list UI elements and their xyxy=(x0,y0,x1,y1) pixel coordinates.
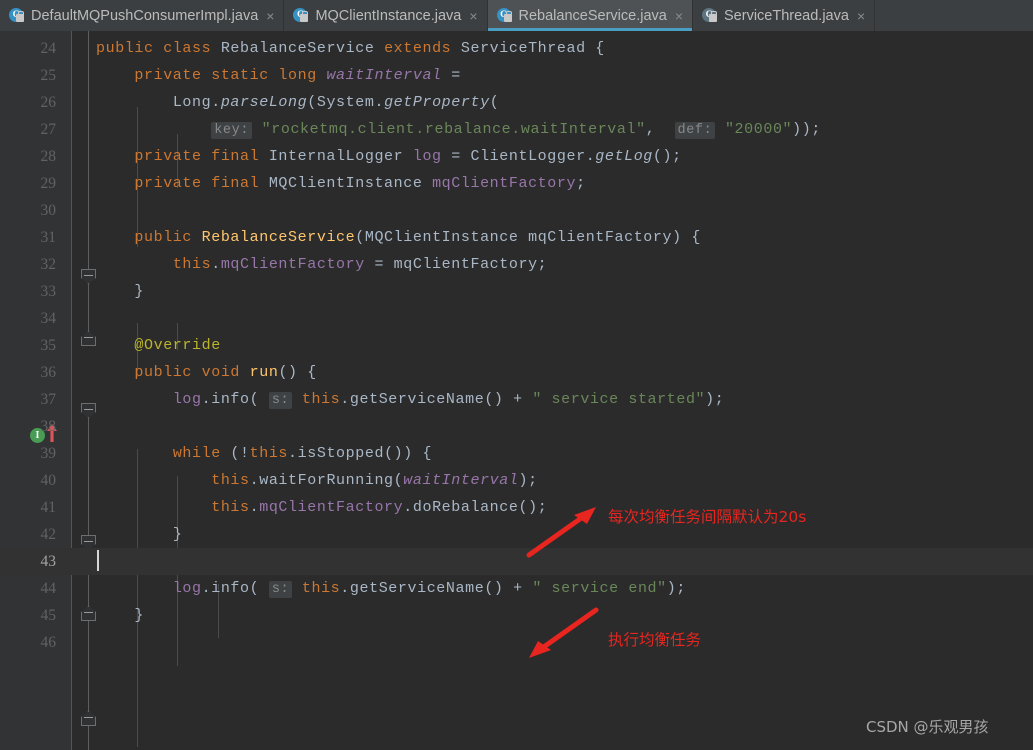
tab-label: ServiceThread.java xyxy=(724,7,849,24)
annotation-label-execute: 执行均衡任务 xyxy=(608,631,702,649)
line-number: 42 xyxy=(40,526,57,543)
annotation-label-interval: 每次均衡任务间隔默认为20s xyxy=(608,508,807,526)
code-line[interactable]: 30 xyxy=(0,197,1033,224)
code-text-layer[interactable]: 23 24 public class RebalanceService exte… xyxy=(0,31,1033,750)
line-number: 26 xyxy=(40,94,57,111)
line-number: 43 xyxy=(40,553,57,570)
line-number: 24 xyxy=(40,40,57,57)
tab-bar-filler xyxy=(875,0,1033,31)
text-caret xyxy=(97,550,99,571)
code-line[interactable]: 26 Long.parseLong(System.getProperty( xyxy=(0,89,1033,116)
tab-DefaultMQPushConsumerImpl[interactable]: C DefaultMQPushConsumerImpl.java × xyxy=(0,0,285,31)
line-number: 36 xyxy=(40,364,57,381)
line-number: 35 xyxy=(40,337,57,354)
code-line[interactable]: 46 xyxy=(0,629,1033,656)
code-line[interactable]: 25 private static long waitInterval = xyxy=(0,62,1033,89)
code-line[interactable]: 27 key: "rocketmq.client.rebalance.waitI… xyxy=(0,116,1033,143)
code-line[interactable]: 36 public void run() { xyxy=(0,359,1033,386)
code-line[interactable]: 38 xyxy=(0,413,1033,440)
code-line[interactable]: 31 public RebalanceService(MQClientInsta… xyxy=(0,224,1033,251)
code-line[interactable]: 35 @Override xyxy=(0,332,1033,359)
line-content[interactable]: this.mqClientFactory = mqClientFactory; xyxy=(96,251,547,278)
inlay-hint-def: def: xyxy=(674,122,716,139)
line-content[interactable]: this.waitForRunning(waitInterval); xyxy=(96,467,538,494)
tab-label: MQClientInstance.java xyxy=(315,7,462,24)
line-number: 32 xyxy=(40,256,57,273)
watermark: CSDN @乐观男孩 xyxy=(866,718,989,736)
code-line-current[interactable]: 43 xyxy=(0,548,1033,575)
code-line[interactable]: 33 } xyxy=(0,278,1033,305)
line-number: 27 xyxy=(40,121,57,138)
close-icon[interactable]: × xyxy=(266,9,274,23)
line-content[interactable]: while (!this.isStopped()) { xyxy=(96,440,432,467)
code-line[interactable]: 40 this.waitForRunning(waitInterval); xyxy=(0,467,1033,494)
code-line[interactable]: 39 while (!this.isStopped()) { xyxy=(0,440,1033,467)
line-number: 46 xyxy=(40,634,57,651)
code-line[interactable]: 37 log.info( s: this.getServiceName() + … xyxy=(0,386,1033,413)
tab-MQClientInstance[interactable]: C MQClientInstance.java × xyxy=(284,0,488,31)
tab-RebalanceService[interactable]: C RebalanceService.java × xyxy=(487,0,694,31)
line-number: 44 xyxy=(40,580,57,597)
editor-tab-bar: C DefaultMQPushConsumerImpl.java × C MQC… xyxy=(0,0,1033,31)
java-class-icon: C xyxy=(9,7,25,24)
line-content[interactable]: this.mqClientFactory.doRebalance(); xyxy=(96,494,547,521)
line-number: 37 xyxy=(40,391,57,408)
line-content[interactable]: } xyxy=(96,602,144,629)
code-line[interactable]: 29 private final MQClientInstance mqClie… xyxy=(0,170,1033,197)
inlay-hint-key: key: xyxy=(211,122,253,139)
code-editor[interactable]: I 23 24 public class RebalanceService ex… xyxy=(0,31,1033,750)
line-number: 31 xyxy=(40,229,57,246)
code-line[interactable]: 44 log.info( s: this.getServiceName() + … xyxy=(0,575,1033,602)
code-line[interactable]: 41 this.mqClientFactory.doRebalance(); xyxy=(0,494,1033,521)
tab-label: DefaultMQPushConsumerImpl.java xyxy=(31,7,259,24)
close-icon[interactable]: × xyxy=(857,9,865,23)
close-icon[interactable]: × xyxy=(469,9,477,23)
line-content[interactable]: private static long waitInterval = xyxy=(96,62,461,89)
tab-label: RebalanceService.java xyxy=(518,7,667,24)
line-content[interactable]: private final InternalLogger log = Clien… xyxy=(96,143,682,170)
code-line[interactable]: 45 } xyxy=(0,602,1033,629)
line-number: 28 xyxy=(40,148,57,165)
java-class-icon: C xyxy=(293,7,309,24)
line-content[interactable]: @Override xyxy=(96,332,221,359)
code-line[interactable]: 34 xyxy=(0,305,1033,332)
code-line[interactable]: 28 private final InternalLogger log = Cl… xyxy=(0,143,1033,170)
line-content[interactable]: public void run() { xyxy=(96,359,317,386)
java-abstract-class-icon: C xyxy=(702,7,718,24)
line-content[interactable]: log.info( s: this.getServiceName() + " s… xyxy=(96,575,686,603)
line-content[interactable]: Long.parseLong(System.getProperty( xyxy=(96,89,499,116)
annotation-arrow-down-right xyxy=(525,606,600,661)
line-number: 34 xyxy=(40,310,57,327)
line-number: 39 xyxy=(40,445,57,462)
annotation-arrow-up-right xyxy=(525,504,600,559)
close-icon[interactable]: × xyxy=(675,9,683,23)
line-content[interactable]: private final MQClientInstance mqClientF… xyxy=(96,170,586,197)
line-number: 30 xyxy=(40,202,57,219)
line-content[interactable]: log.info( s: this.getServiceName() + " s… xyxy=(96,386,724,414)
line-content[interactable]: public RebalanceService(MQClientInstance… xyxy=(96,224,701,251)
line-content[interactable]: key: "rocketmq.client.rebalance.waitInte… xyxy=(96,116,821,144)
tab-ServiceThread[interactable]: C ServiceThread.java × xyxy=(693,0,876,31)
line-number: 45 xyxy=(40,607,57,624)
inlay-hint-s: s: xyxy=(268,581,293,598)
code-line[interactable]: 32 this.mqClientFactory = mqClientFactor… xyxy=(0,251,1033,278)
line-number: 41 xyxy=(40,499,57,516)
line-content[interactable]: } xyxy=(96,521,182,548)
code-line[interactable]: 42 } xyxy=(0,521,1033,548)
java-class-icon: C xyxy=(496,7,513,24)
line-content[interactable]: } xyxy=(96,278,144,305)
line-number: 38 xyxy=(40,418,57,435)
line-number: 29 xyxy=(40,175,57,192)
line-content[interactable]: public class RebalanceService extends Se… xyxy=(96,35,605,62)
line-number: 33 xyxy=(40,283,57,300)
code-line[interactable]: 24 public class RebalanceService extends… xyxy=(0,35,1033,62)
line-number: 25 xyxy=(40,67,57,84)
line-number: 40 xyxy=(40,472,57,489)
inlay-hint-s: s: xyxy=(268,392,293,409)
